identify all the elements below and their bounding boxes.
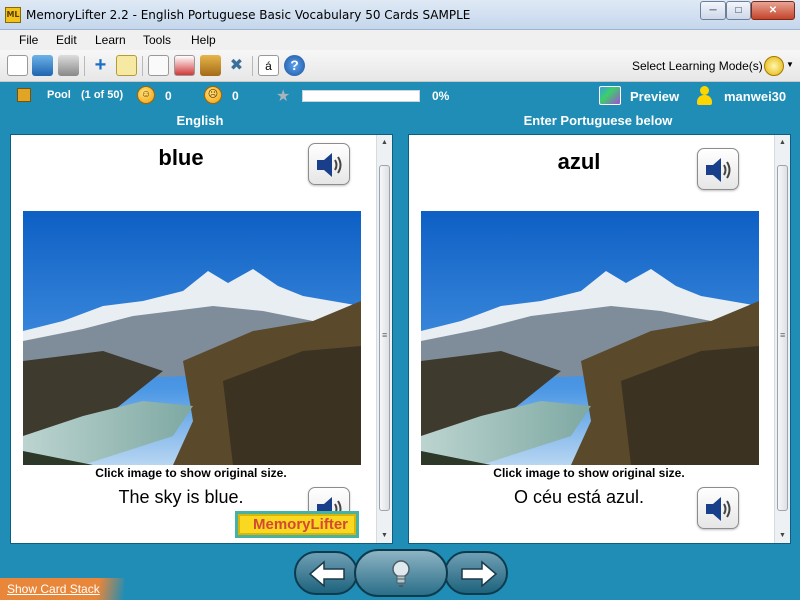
arrow-left-icon xyxy=(308,560,345,588)
notes-icon[interactable] xyxy=(200,55,221,76)
add-icon[interactable]: + xyxy=(90,55,111,76)
arrow-right-icon xyxy=(461,560,498,588)
print-icon[interactable] xyxy=(58,55,79,76)
pool-count: (1 of 50) xyxy=(81,89,124,101)
menu-learn[interactable]: Learn xyxy=(95,33,126,47)
question-panel: blue Click image to show original size. … xyxy=(10,134,393,544)
lightbulb-icon xyxy=(392,560,410,587)
preview-button[interactable]: Preview xyxy=(630,89,679,104)
progress-bar xyxy=(302,90,420,102)
happy-count: 0 xyxy=(165,89,172,103)
select-learning-mode-label[interactable]: Select Learning Mode(s) xyxy=(632,59,763,73)
scroll-down-arrow-icon[interactable]: ▼ xyxy=(775,528,790,543)
special-char-icon[interactable]: á xyxy=(258,55,279,76)
menu-help[interactable]: Help xyxy=(191,33,216,47)
help-icon[interactable]: ? xyxy=(284,55,305,76)
edit-card-icon[interactable] xyxy=(116,55,137,76)
menu-edit[interactable]: Edit xyxy=(56,33,77,47)
show-card-stack-tab[interactable]: Show Card Stack xyxy=(0,578,124,600)
answer-scrollbar[interactable]: ▲ ≡ ▼ xyxy=(774,135,790,543)
happy-face-icon: ☺ xyxy=(137,86,155,104)
answer-panel-header: Enter Portuguese below xyxy=(523,113,673,128)
play-word-audio-button[interactable] xyxy=(697,148,739,190)
presentation-icon[interactable] xyxy=(148,55,169,76)
answer-panel: azul Click image to show original size. … xyxy=(408,134,791,544)
progress-percent: 0% xyxy=(432,89,450,103)
new-file-icon[interactable] xyxy=(7,55,28,76)
pool-icon xyxy=(17,88,31,102)
speaker-icon xyxy=(706,158,731,182)
preview-icon[interactable] xyxy=(599,86,621,105)
menu-file[interactable]: File xyxy=(19,33,38,47)
question-word: blue xyxy=(158,145,204,170)
toolbar-separator xyxy=(252,56,253,76)
next-card-button[interactable] xyxy=(444,551,508,595)
hint-button[interactable] xyxy=(354,549,448,597)
toolbar: + ✖ á ? Select Learning Mode(s) ▼ xyxy=(0,50,800,82)
title-bar: ML MemoryLifter 2.2 - English Portuguese… xyxy=(0,0,800,30)
tools-icon[interactable]: ✖ xyxy=(226,55,247,76)
maximize-button[interactable]: □ xyxy=(726,1,751,20)
scroll-up-arrow-icon[interactable]: ▲ xyxy=(377,135,392,150)
user-icon xyxy=(696,86,712,106)
speaker-icon xyxy=(317,153,342,177)
star-icon: ★ xyxy=(276,88,291,105)
question-sentence: The sky is blue. xyxy=(118,487,244,507)
question-panel-header: English xyxy=(176,113,224,128)
window-title: MemoryLifter 2.2 - English Portuguese Ba… xyxy=(26,8,471,22)
toolbar-separator xyxy=(84,56,85,76)
show-card-stack-link[interactable]: Show Card Stack xyxy=(7,582,100,596)
question-image[interactable] xyxy=(23,211,361,465)
answer-image-caption: Click image to show original size. xyxy=(493,466,685,480)
sad-count: 0 xyxy=(232,89,239,103)
minimize-button[interactable]: ─ xyxy=(700,1,726,20)
question-image-caption: Click image to show original size. xyxy=(95,466,287,480)
toolbar-separator xyxy=(142,56,143,76)
answer-image[interactable] xyxy=(421,211,759,465)
status-bar: Pool (1 of 50) ☺ 0 ☹ 0 ★ 0% Preview manw… xyxy=(0,83,800,109)
scroll-thumb[interactable]: ≡ xyxy=(379,165,390,511)
previous-card-button[interactable] xyxy=(294,551,358,595)
play-word-audio-button[interactable] xyxy=(308,143,350,185)
menu-bar: File Edit Learn Tools Help xyxy=(0,30,800,50)
scroll-thumb[interactable]: ≡ xyxy=(777,165,788,511)
close-button[interactable]: ✕ xyxy=(751,1,795,20)
sad-face-icon: ☹ xyxy=(204,86,222,104)
username[interactable]: manwei30 xyxy=(724,89,786,104)
scroll-up-arrow-icon[interactable]: ▲ xyxy=(775,135,790,150)
card-deck-icon[interactable] xyxy=(174,55,195,76)
play-sentence-audio-button[interactable] xyxy=(697,487,739,529)
memorylifter-logo: MemoryLifter xyxy=(235,511,359,538)
speaker-icon xyxy=(706,497,731,521)
pool-label: Pool xyxy=(47,89,71,101)
learning-mode-gear-icon[interactable] xyxy=(764,56,784,76)
scroll-down-arrow-icon[interactable]: ▼ xyxy=(377,528,392,543)
menu-tools[interactable]: Tools xyxy=(143,33,171,47)
chevron-down-icon[interactable]: ▼ xyxy=(786,60,794,69)
open-folder-icon[interactable] xyxy=(32,55,53,76)
question-scrollbar[interactable]: ▲ ≡ ▼ xyxy=(376,135,392,543)
app-icon: ML xyxy=(5,7,21,23)
